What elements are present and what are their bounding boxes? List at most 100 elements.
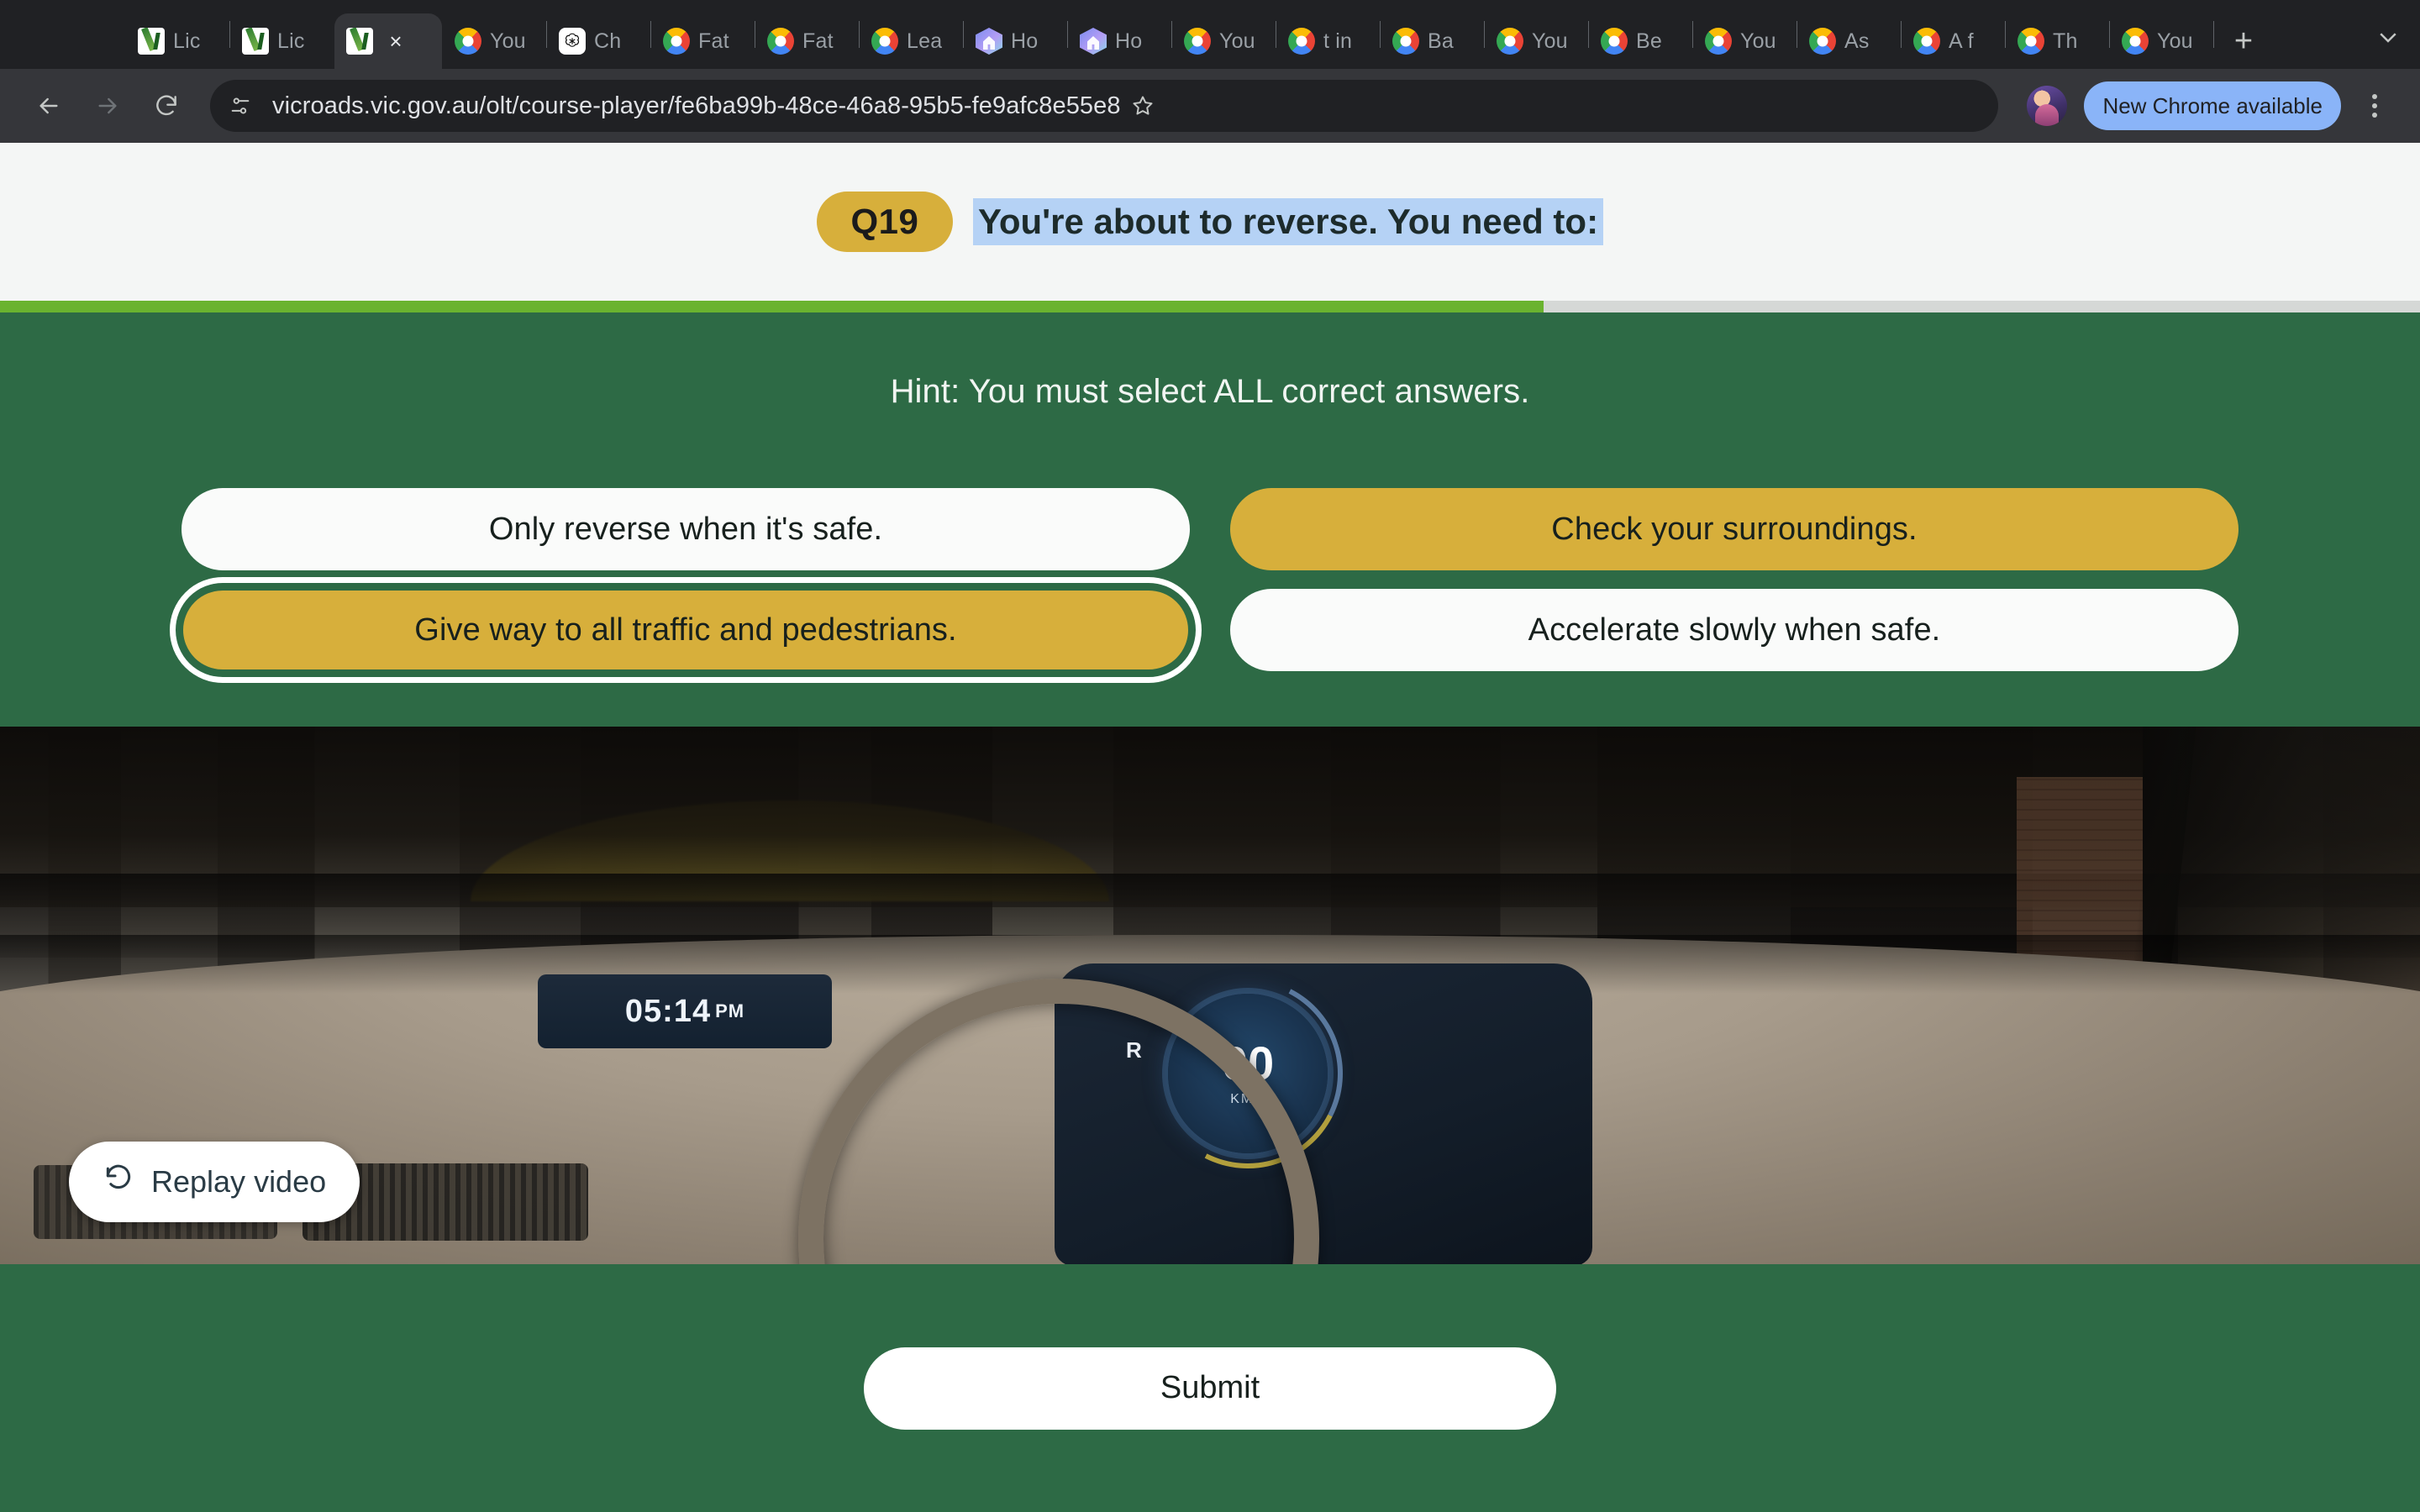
answer-option-label: Give way to all traffic and pedestrians. [414, 612, 957, 648]
tab-strip: Lic Lic × You Ch Fat Fat Lea Ho Ho You t in Ba You Be Y… [0, 0, 2420, 69]
browser-window: Lic Lic × You Ch Fat Fat Lea Ho Ho You t in Ba You Be Y… [0, 0, 2420, 1512]
browser-tab-title: You [1740, 29, 1776, 53]
bookmark-star-icon[interactable] [1121, 84, 1165, 128]
google-favicon [1809, 28, 1836, 55]
google-favicon [1601, 28, 1628, 55]
vicroads-favicon [138, 28, 165, 55]
browser-tab[interactable]: Be [1589, 13, 1692, 69]
answer-option-4[interactable]: Accelerate slowly when safe. [1230, 589, 2238, 671]
address-bar[interactable]: vicroads.vic.gov.au/olt/course-player/fe… [210, 80, 1999, 132]
browser-tab[interactable]: As [1797, 13, 1901, 69]
question-header: Q19 You're about to reverse. You need to… [0, 143, 2420, 301]
question-number-badge: Q19 [816, 192, 953, 252]
site-settings-icon[interactable] [218, 84, 262, 128]
browser-tab[interactable]: You [1693, 13, 1797, 69]
browser-tab-title: Ho [1011, 29, 1039, 53]
video-player[interactable]: 05:14 PM R 00 KMH Replay video [0, 727, 2420, 1264]
replay-video-label: Replay video [151, 1164, 327, 1199]
browser-tab[interactable]: You [1485, 13, 1588, 69]
answer-option-label: Check your surroundings. [1551, 511, 1918, 547]
browser-tab-title: Ho [1115, 29, 1143, 53]
browser-tab-title: You [1219, 29, 1255, 53]
browser-tab[interactable]: Fat [755, 13, 859, 69]
google-favicon [767, 28, 794, 55]
browser-tab[interactable]: A f [1902, 13, 2005, 69]
browser-tab[interactable]: Ho [964, 13, 1067, 69]
browser-tab[interactable]: Ho [1068, 13, 1171, 69]
browser-tab[interactable]: t in [1276, 13, 1380, 69]
url-text: vicroads.vic.gov.au/olt/course-player/fe… [272, 92, 1121, 119]
tab-separator [2213, 21, 2214, 48]
answer-option-wrapper: Only reverse when it's safe. [182, 488, 1190, 570]
openai-favicon [559, 28, 586, 55]
reload-button[interactable] [139, 79, 193, 133]
forward-button[interactable] [81, 79, 134, 133]
answer-option-wrapper: Check your surroundings. [1230, 488, 2238, 570]
answer-option-label: Accelerate slowly when safe. [1528, 612, 1941, 648]
question-text: You're about to reverse. You need to: [972, 197, 1604, 246]
answer-options-grid: Only reverse when it's safe. Check your s… [0, 488, 2420, 683]
quiz-hint: Hint: You must select ALL correct answer… [890, 373, 1530, 410]
quiz-footer: Submit [0, 1264, 2420, 1512]
browser-toolbar: vicroads.vic.gov.au/olt/course-player/fe… [0, 69, 2420, 143]
answer-option-1[interactable]: Only reverse when it's safe. [182, 488, 1190, 570]
browser-tab-title: Be [1636, 29, 1662, 53]
progress-bar [0, 301, 2420, 312]
browser-tab-title: Fat [698, 29, 729, 53]
chevron-down-icon[interactable] [2365, 13, 2412, 60]
browser-tab[interactable]: You [443, 13, 546, 69]
browser-tab[interactable]: Lea [860, 13, 963, 69]
submit-label: Submit [1160, 1370, 1260, 1405]
answer-option-wrapper: Accelerate slowly when safe. [1230, 589, 2238, 671]
page-content: Q19 You're about to reverse. You need to… [0, 143, 2420, 1512]
google-favicon [1705, 28, 1732, 55]
new-chrome-available-button[interactable]: New Chrome available [2084, 81, 2341, 130]
tab-strip-right [2365, 13, 2412, 69]
answer-option-label: Only reverse when it's safe. [488, 511, 883, 547]
back-button[interactable] [22, 79, 76, 133]
browser-tab-title: You [1532, 29, 1568, 53]
chrome-menu-button[interactable] [2351, 82, 2398, 129]
browser-tab[interactable]: Ch [547, 13, 650, 69]
replay-video-button[interactable]: Replay video [69, 1142, 360, 1222]
rotate-left-icon [103, 1163, 134, 1202]
browser-tab-title: t in [1323, 29, 1353, 53]
browser-tab[interactable]: Ba [1381, 13, 1484, 69]
google-favicon [1288, 28, 1315, 55]
house-favicon [1080, 28, 1107, 55]
close-icon[interactable]: × [381, 27, 410, 55]
browser-tab[interactable]: × [334, 13, 442, 69]
vicroads-favicon [242, 28, 269, 55]
dashboard-clock-ampm: PM [715, 1000, 745, 1021]
browser-tab[interactable]: Lic [230, 13, 334, 69]
progress-bar-fill [0, 301, 1544, 312]
browser-tab-title: You [490, 29, 526, 53]
google-favicon [1913, 28, 1940, 55]
dashboard-clock-time: 05:14 [624, 993, 712, 1029]
google-favicon [1392, 28, 1419, 55]
house-favicon [976, 28, 1002, 55]
browser-tab[interactable]: You [2110, 13, 2213, 69]
vicroads-favicon [346, 28, 373, 55]
browser-tab[interactable]: Lic [126, 13, 229, 69]
google-favicon [1184, 28, 1211, 55]
avatar[interactable] [2027, 86, 2068, 126]
browser-tab[interactable]: You [1172, 13, 1276, 69]
google-favicon [871, 28, 898, 55]
browser-tab-title: Lic [173, 29, 201, 53]
browser-tab-title: Lic [277, 29, 305, 53]
google-favicon [1497, 28, 1523, 55]
browser-tab-title: Ba [1428, 29, 1454, 53]
google-favicon [2018, 28, 2044, 55]
browser-tab-title: Lea [907, 29, 943, 53]
answer-option-3[interactable]: Give way to all traffic and pedestrians. [170, 577, 1202, 683]
browser-tab[interactable]: Fat [651, 13, 755, 69]
submit-button[interactable]: Submit [864, 1347, 1556, 1430]
google-favicon [2122, 28, 2149, 55]
browser-tab-title: Th [2053, 29, 2078, 53]
answer-option-2[interactable]: Check your surroundings. [1230, 488, 2238, 570]
new-tab-button[interactable]: + [2221, 18, 2266, 64]
browser-tab[interactable]: Th [2006, 13, 2109, 69]
answer-option-wrapper: Give way to all traffic and pedestrians. [170, 577, 1202, 683]
browser-tab-title: You [2157, 29, 2193, 53]
